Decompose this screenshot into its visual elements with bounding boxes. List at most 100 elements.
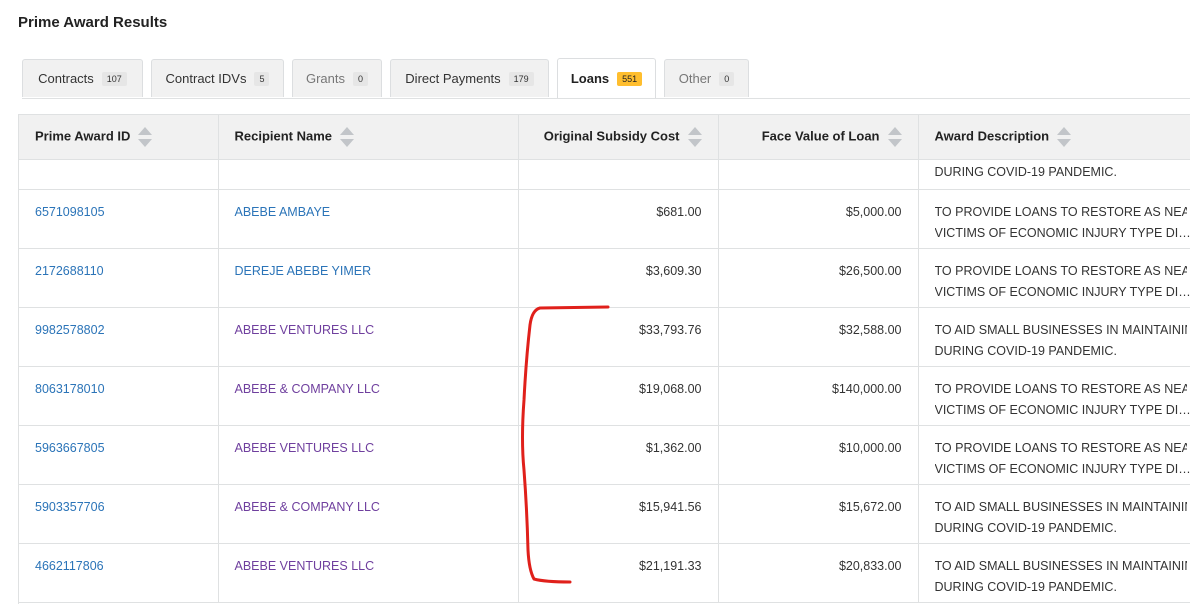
description-line: VICTIMS OF ECONOMIC INJURY TYPE DISASTER… [935, 223, 1190, 244]
sort-icon[interactable] [888, 126, 902, 148]
awards-table: Prime Award ID Recipient Name Original S… [19, 115, 1190, 603]
cell-prime-award-id: 5963667805 [19, 425, 218, 484]
column-header-label: Award Description [935, 128, 1050, 143]
sort-icon[interactable] [688, 126, 702, 148]
cell-recipient-name [218, 159, 518, 189]
cell-prime-award-id: 5903357706 [19, 484, 218, 543]
original-subsidy-cost-value: $681.00 [656, 205, 701, 219]
recipient-name-link[interactable]: ABEBE AMBAYE [235, 205, 331, 219]
description-line: DURING COVID-19 PANDEMIC. [935, 518, 1190, 539]
cell-award-description: TO AID SMALL BUSINESSES IN MAINTAININGDU… [918, 307, 1190, 366]
page-title: Prime Award Results [18, 14, 167, 31]
cell-prime-award-id: 2172688110 [19, 248, 218, 307]
cell-face-value: $32,588.00 [718, 307, 918, 366]
cell-award-description: TO AID SMALL BUSINESSES IN MAINTAININGDU… [918, 484, 1190, 543]
face-value-of-loan-value: $20,833.00 [839, 559, 902, 573]
cell-recipient-name: ABEBE VENTURES LLC [218, 307, 518, 366]
cell-award-description: TO PROVIDE LOANS TO RESTORE AS NEARLYVIC… [918, 248, 1190, 307]
table-row: 4662117806ABEBE VENTURES LLC$21,191.33$2… [19, 543, 1190, 602]
table-row: 9982578802 ABEBE VENTURES LLC $33,793.76$3… [19, 307, 1190, 366]
sort-icon[interactable] [340, 126, 354, 148]
cell-face-value: $15,672.00 [718, 484, 918, 543]
cell-award-description: TO PROVIDE LOANS TO RESTORE AS NEARLYVIC… [918, 189, 1190, 248]
cell-original-subsidy-cost: $681.00 [518, 189, 718, 248]
face-value-of-loan-value: $5,000.00 [846, 205, 902, 219]
prime-award-id-link[interactable]: 5963667805 [35, 441, 105, 455]
prime-award-id-link[interactable]: 6571098105 [35, 205, 105, 219]
tab-count-badge: 0 [353, 72, 368, 86]
awards-table-container[interactable]: Prime Award ID Recipient Name Original S… [18, 114, 1190, 604]
column-header-original-subsidy-cost[interactable]: Original Subsidy Cost [518, 115, 718, 159]
prime-award-id-link[interactable]: 2172688110 [35, 264, 104, 278]
description-line: TO AID SMALL BUSINESSES IN MAINTAINING [935, 320, 1187, 341]
table-row: DURING COVID-19 PANDEMIC. [19, 159, 1190, 189]
tab-other[interactable]: Other 0 [664, 59, 749, 97]
description-line: VICTIMS OF ECONOMIC INJURY TYPE DISASTER… [935, 400, 1190, 421]
table-header-row: Prime Award ID Recipient Name Original S… [19, 115, 1190, 159]
recipient-name-link[interactable]: ABEBE VENTURES LLC [235, 441, 375, 455]
sort-icon[interactable] [1057, 126, 1071, 148]
recipient-name-link[interactable]: ABEBE VENTURES LLC [235, 559, 375, 573]
prime-award-id-link[interactable]: 8063178010 [35, 382, 105, 396]
cell-original-subsidy-cost [518, 159, 718, 189]
table-row: 8063178010 ABEBE & COMPANY LLC $19,068.00 $… [19, 366, 1190, 425]
tab-contract-idvs[interactable]: Contract IDVs 5 [151, 59, 284, 97]
tab-count-badge: 0 [719, 72, 734, 86]
recipient-name-link[interactable]: ABEBE & COMPANY LLC [235, 382, 380, 396]
cell-award-description: TO PROVIDE LOANS TO RESTORE AS NEARLYVIC… [918, 425, 1190, 484]
column-header-recipient-name[interactable]: Recipient Name [218, 115, 518, 159]
description-line: DURING COVID-19 PANDEMIC. [935, 160, 1190, 184]
recipient-name-link[interactable]: ABEBE & COMPANY LLC [235, 500, 380, 514]
column-header-award-description[interactable]: Award Description [918, 115, 1190, 159]
cell-face-value [718, 159, 918, 189]
tab-label: Direct Payments [405, 71, 500, 86]
tab-count-badge: 551 [617, 72, 642, 86]
recipient-name-link[interactable]: DEREJE ABEBE YIMER [235, 264, 372, 278]
cell-face-value: $26,500.00 [718, 248, 918, 307]
description-line: TO PROVIDE LOANS TO RESTORE AS NEARLY [935, 438, 1187, 459]
cell-original-subsidy-cost: $1,362.00 [518, 425, 718, 484]
sort-icon[interactable] [138, 126, 152, 148]
cell-prime-award-id: 6571098105 [19, 189, 218, 248]
cell-original-subsidy-cost: $3,609.30 [518, 248, 718, 307]
face-value-of-loan-value: $26,500.00 [839, 264, 902, 278]
cell-original-subsidy-cost: $15,941.56 [518, 484, 718, 543]
tab-contracts[interactable]: Contracts 107 [22, 59, 143, 97]
cell-recipient-name: ABEBE VENTURES LLC [218, 425, 518, 484]
cell-original-subsidy-cost: $33,793.76 [518, 307, 718, 366]
column-header-prime-award-id[interactable]: Prime Award ID [19, 115, 218, 159]
recipient-name-link[interactable]: ABEBE VENTURES LLC [235, 323, 375, 337]
cell-prime-award-id: 8063178010 [19, 366, 218, 425]
cell-recipient-name: ABEBE & COMPANY LLC [218, 484, 518, 543]
original-subsidy-cost-value: $19,068.00 [639, 382, 702, 396]
prime-award-id-link[interactable]: 9982578802 [35, 323, 105, 337]
table-row: 6571098105 ABEBE AMBAYE $681.00 $5,000.00 TO… [19, 189, 1190, 248]
description-line: TO AID SMALL BUSINESSES IN MAINTAINING [935, 556, 1187, 577]
column-header-label: Recipient Name [235, 128, 333, 143]
description-line: DURING COVID-19 PANDEMIC. [935, 577, 1190, 598]
prime-award-id-link[interactable]: 4662117806 [35, 559, 104, 573]
cell-face-value: $140,000.00 [718, 366, 918, 425]
table-row: 2172688110 DEREJE ABEBE YIMER $3,609.30 $26… [19, 248, 1190, 307]
cell-award-description: TO AID SMALL BUSINESSES IN MAINTAININGDU… [918, 543, 1190, 602]
tab-label: Loans [571, 71, 609, 86]
description-line: TO PROVIDE LOANS TO RESTORE AS NEARLY [935, 202, 1187, 223]
cell-prime-award-id: 9982578802 [19, 307, 218, 366]
column-header-label: Prime Award ID [35, 128, 130, 143]
tab-label: Contract IDVs [166, 71, 247, 86]
tab-direct-payments[interactable]: Direct Payments 179 [390, 59, 549, 97]
cell-award-description: TO PROVIDE LOANS TO RESTORE AS NEARLYVIC… [918, 366, 1190, 425]
tab-grants[interactable]: Grants 0 [292, 59, 382, 97]
column-header-face-value-of-loan[interactable]: Face Value of Loan [718, 115, 918, 159]
cell-recipient-name: DEREJE ABEBE YIMER [218, 248, 518, 307]
face-value-of-loan-value: $15,672.00 [839, 500, 902, 514]
original-subsidy-cost-value: $1,362.00 [646, 441, 702, 455]
cell-award-description: DURING COVID-19 PANDEMIC. [918, 159, 1190, 189]
prime-award-id-link[interactable]: 5903357706 [35, 500, 105, 514]
tab-label: Contracts [38, 71, 94, 86]
award-type-tabs: Contracts 107 Contract IDVs 5 Grants 0 D… [22, 59, 1190, 99]
tab-loans[interactable]: Loans 551 [557, 58, 656, 98]
column-header-label: Original Subsidy Cost [544, 128, 680, 143]
tab-count-badge: 179 [509, 72, 534, 86]
cell-prime-award-id [19, 159, 218, 189]
